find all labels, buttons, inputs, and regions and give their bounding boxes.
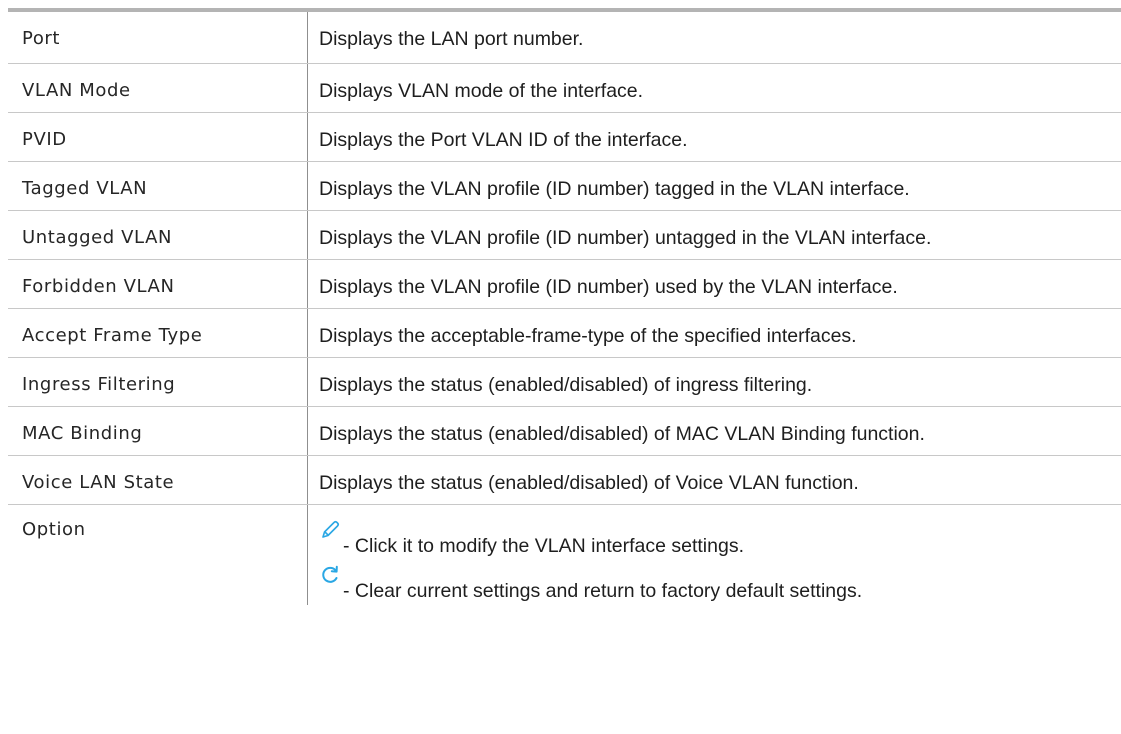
pencil-icon [319,519,341,541]
table-row: Ingress Filtering Displays the status (e… [8,358,1121,407]
description-cell: Displays the VLAN profile (ID number) ta… [319,178,910,200]
term-cell: Voice LAN State [8,456,308,504]
term-cell: Tagged VLAN [8,162,308,210]
description-cell: Displays the status (enabled/disabled) o… [319,423,925,445]
term-cell: MAC Binding [8,407,308,455]
option-reset-line: - Clear current settings and return to f… [319,564,862,603]
definition-table: Port Displays the LAN port number. VLAN … [8,8,1121,605]
description-cell: Displays the status (enabled/disabled) o… [319,472,859,494]
option-edit-text: - Click it to modify the VLAN interface … [343,535,744,557]
term-cell: Option [8,505,308,605]
term-cell: Forbidden VLAN [8,260,308,308]
description-cell: Displays the LAN port number. [319,28,584,50]
term-cell: PVID [8,113,308,161]
table-row: PVID Displays the Port VLAN ID of the in… [8,113,1121,162]
term-cell: Port [8,12,308,63]
refresh-icon [319,564,341,586]
table-row: Tagged VLAN Displays the VLAN profile (I… [8,162,1121,211]
description-cell: Displays the acceptable-frame-type of th… [319,325,857,347]
description-cell: Displays VLAN mode of the interface. [319,80,644,102]
option-edit-line: - Click it to modify the VLAN interface … [319,519,744,558]
option-row: Option - Click it to modify the VLAN int… [8,505,1121,605]
table-row: Accept Frame Type Displays the acceptabl… [8,309,1121,358]
term-cell: Ingress Filtering [8,358,308,406]
table-row: Voice LAN State Displays the status (ena… [8,456,1121,505]
term-cell: Accept Frame Type [8,309,308,357]
table-row: Untagged VLAN Displays the VLAN profile … [8,211,1121,260]
table-row: VLAN Mode Displays VLAN mode of the inte… [8,64,1121,113]
description-cell: Displays the VLAN profile (ID number) un… [319,227,932,249]
term-cell: Untagged VLAN [8,211,308,259]
table-row: Forbidden VLAN Displays the VLAN profile… [8,260,1121,309]
table-row: MAC Binding Displays the status (enabled… [8,407,1121,456]
description-cell: Displays the Port VLAN ID of the interfa… [319,129,688,151]
option-description-cell: - Click it to modify the VLAN interface … [308,505,1121,605]
option-reset-text: - Clear current settings and return to f… [343,580,863,602]
table-row: Port Displays the LAN port number. [8,12,1121,64]
term-cell: VLAN Mode [8,64,308,112]
description-cell: Displays the VLAN profile (ID number) us… [319,276,898,298]
description-cell: Displays the status (enabled/disabled) o… [319,374,813,396]
